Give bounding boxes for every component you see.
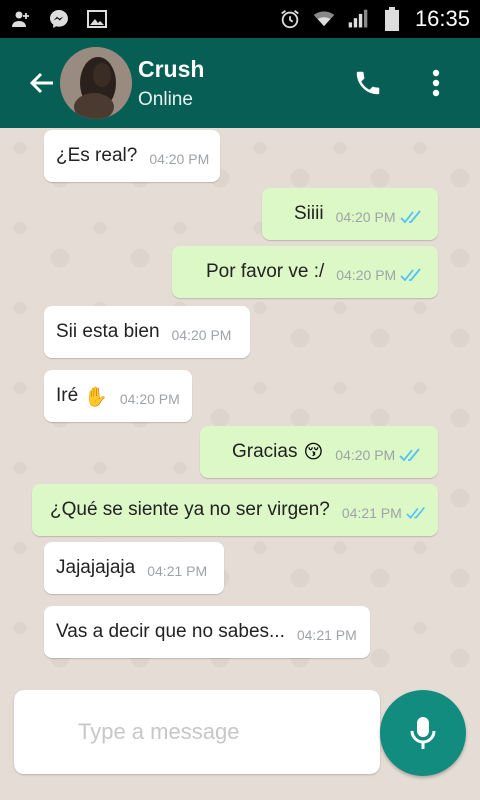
- microphone-icon: [410, 717, 436, 749]
- message-text: Gracias: [232, 441, 298, 462]
- chat-area[interactable]: ¿Es real? 04:20 PM Siiii 04:20 PM Por fa…: [0, 128, 480, 680]
- raised-hand-emoji: ✋: [84, 385, 108, 408]
- chat-header: Crush Online: [0, 38, 480, 128]
- message-text: Por favor ve :/: [206, 261, 325, 282]
- message-composer: [14, 690, 380, 774]
- read-receipt-icon: [406, 506, 425, 519]
- alarm-icon: [279, 8, 301, 30]
- wifi-icon: [313, 8, 335, 30]
- status-time: 16:35: [414, 6, 470, 31]
- message-time: 04:21 PM: [341, 505, 402, 521]
- message-text: Jajajajaja: [56, 557, 136, 578]
- message-time: 04:20 PM: [336, 267, 397, 283]
- more-options-button[interactable]: [418, 61, 454, 105]
- kissing-face-emoji: 😚: [303, 441, 324, 463]
- message-time: 04:20 PM: [335, 209, 396, 225]
- message-time: 04:21 PM: [296, 627, 357, 643]
- messenger-icon: [48, 8, 70, 30]
- read-receipt-icon: [399, 448, 420, 462]
- call-button[interactable]: [350, 61, 386, 105]
- read-receipt-icon: [399, 210, 421, 224]
- message-incoming[interactable]: ¿Es real? 04:20 PM: [44, 130, 220, 182]
- message-input[interactable]: [14, 690, 380, 774]
- message-incoming[interactable]: Iré ✋ 04:20 PM: [44, 370, 192, 422]
- read-receipt-icon: [400, 268, 421, 282]
- back-button[interactable]: [20, 61, 64, 105]
- message-incoming[interactable]: Jajajajaja 04:21 PM: [44, 542, 224, 594]
- message-outgoing[interactable]: Siiii 04:20 PM: [262, 188, 438, 240]
- contact-avatar[interactable]: [60, 47, 132, 119]
- message-time: 04:21 PM: [147, 563, 208, 579]
- message-outgoing[interactable]: Por favor ve :/ 04:20 PM: [172, 246, 438, 298]
- status-bar: 16:35: [0, 0, 480, 38]
- message-incoming[interactable]: Vas a decir que no sabes... 04:21 PM: [44, 606, 370, 658]
- more-vert-icon: [432, 69, 440, 97]
- message-text: Sii esta bien: [56, 321, 160, 342]
- add-contact-icon: [10, 8, 32, 30]
- phone-icon: [356, 71, 380, 95]
- battery-icon: [381, 7, 403, 31]
- contact-name[interactable]: Crush: [138, 56, 204, 83]
- message-text: Iré: [56, 385, 79, 406]
- message-text: ¿Qué se siente ya no ser virgen?: [50, 499, 330, 520]
- message-text: ¿Es real?: [56, 145, 138, 166]
- signal-icon: [347, 8, 369, 30]
- message-text: Vas a decir que no sabes...: [56, 621, 285, 642]
- message-outgoing[interactable]: ¿Qué se siente ya no ser virgen? 04:21 P…: [32, 484, 438, 536]
- arrow-back-icon: [29, 72, 53, 94]
- message-time: 04:20 PM: [149, 151, 210, 167]
- message-incoming[interactable]: Sii esta bien 04:20 PM: [44, 306, 250, 358]
- message-outgoing[interactable]: Gracias 😚 04:20 PM: [200, 426, 438, 478]
- contact-status: Online: [138, 88, 193, 110]
- message-text: Siiii: [294, 203, 324, 224]
- gallery-icon: [86, 8, 108, 30]
- message-time: 04:20 PM: [335, 447, 396, 463]
- message-time: 04:20 PM: [171, 327, 232, 343]
- voice-message-button[interactable]: [380, 690, 466, 776]
- message-time: 04:20 PM: [119, 391, 180, 407]
